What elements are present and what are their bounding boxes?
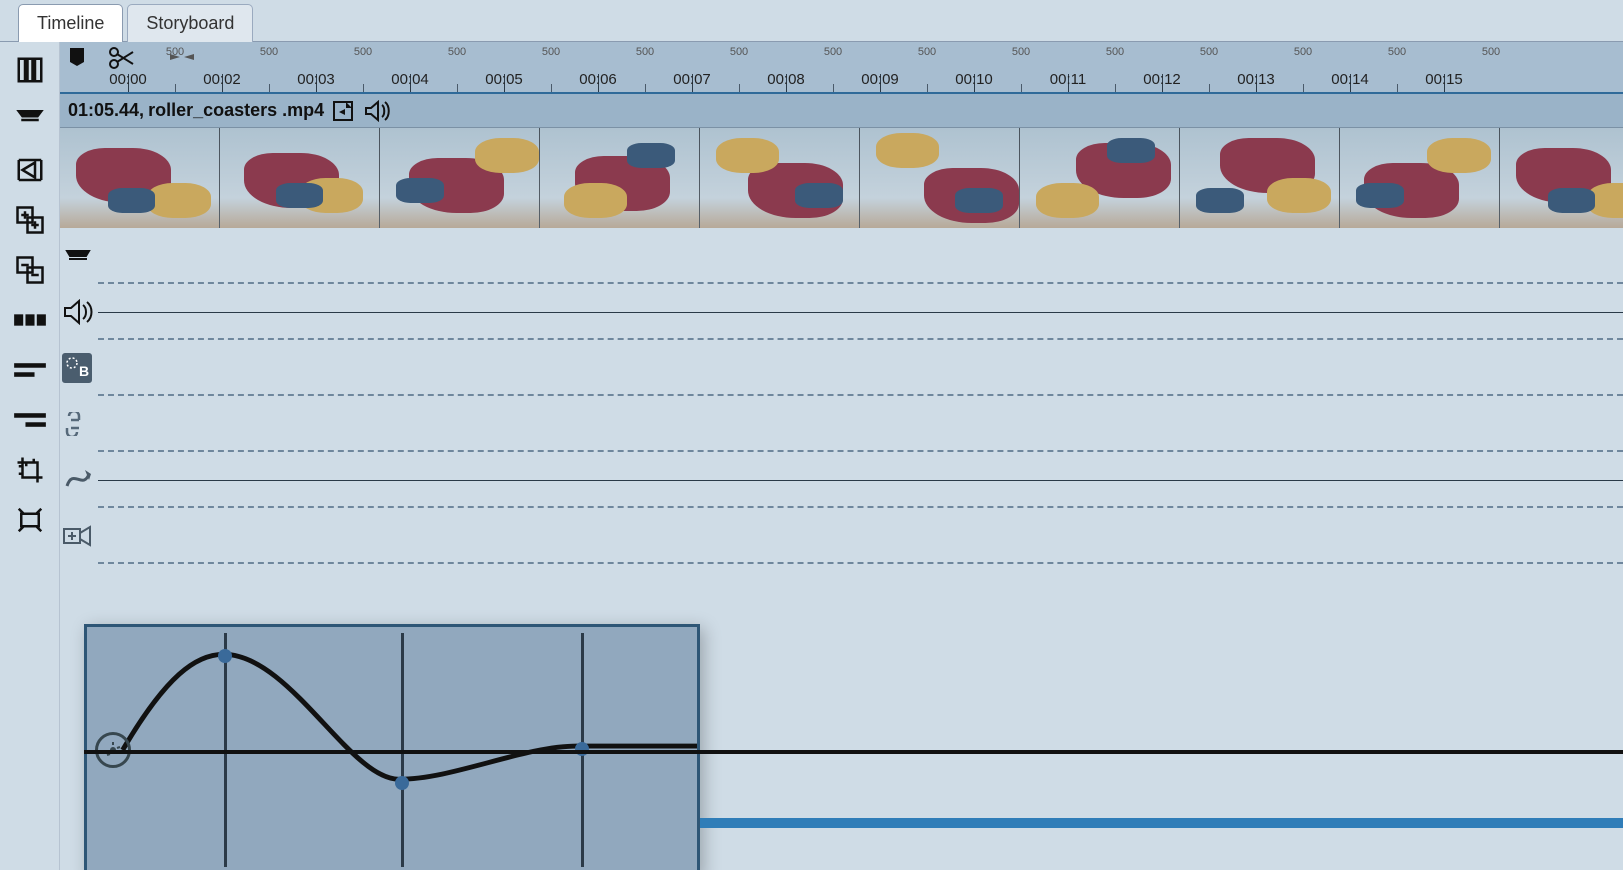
timeline-content: 00:0000:0250000:0350000:0450000:0550000:… (60, 42, 1623, 870)
clip-header: 01:05.44, roller_coasters .mp4 (60, 94, 1623, 128)
video-file-icon (332, 100, 356, 122)
clip-thumbnail[interactable] (1340, 128, 1500, 228)
ruler-sublabel: 500 (1482, 46, 1500, 58)
group-remove-icon[interactable] (8, 248, 52, 292)
link-icon (62, 408, 94, 440)
ruler-label: 00:04 (391, 71, 429, 88)
audio-icon (364, 100, 390, 122)
expand-icon[interactable] (8, 498, 52, 542)
clip-thumbnail[interactable] (860, 128, 1020, 228)
scissors-marker-icon[interactable] (108, 46, 136, 75)
tab-storyboard[interactable]: Storyboard (127, 4, 253, 42)
cut-top-icon[interactable] (8, 98, 52, 142)
group-add-icon[interactable] (8, 198, 52, 242)
clip-name: roller_coasters .mp4 (148, 100, 324, 121)
time-ruler[interactable]: 00:0000:0250000:0350000:0450000:0550000:… (60, 42, 1623, 94)
clip-thumbnail[interactable] (220, 128, 380, 228)
ruler-sublabel: 500 (1200, 46, 1218, 58)
main-area: 00:0000:0250000:0350000:0450000:0550000:… (0, 42, 1623, 870)
keyframe-curve-panel[interactable] (84, 624, 700, 870)
clip-thumbnail[interactable] (1020, 128, 1180, 228)
property-tracks: B (60, 228, 1623, 870)
ruler-label: 00:06 (579, 71, 617, 88)
ruler-sublabel: 500 (1012, 46, 1030, 58)
ruler-sublabel: 500 (730, 46, 748, 58)
text-tool-icon[interactable] (8, 48, 52, 92)
ruler-sublabel: 500 (260, 46, 278, 58)
curve-path (87, 627, 697, 870)
track-audio[interactable] (60, 284, 1623, 340)
ruler-label: 00:12 (1143, 71, 1181, 88)
ruler-label: 00:08 (767, 71, 805, 88)
speaker-icon (62, 296, 94, 328)
clip-thumbnail[interactable] (60, 128, 220, 228)
track-camera[interactable] (60, 508, 1623, 564)
track-effect[interactable]: B (60, 340, 1623, 396)
ruler-label: 00:11 (1050, 71, 1086, 88)
ruler-sublabel: 500 (1106, 46, 1124, 58)
ruler-label: 00:05 (485, 71, 523, 88)
track-motion[interactable] (60, 452, 1623, 508)
ruler-sublabel: 500 (824, 46, 842, 58)
align-left-icon[interactable] (8, 348, 52, 392)
keyframe-point[interactable] (395, 776, 409, 790)
ruler-label: 00:13 (1237, 71, 1275, 88)
ruler-label: 00:07 (673, 71, 711, 88)
clip-thumbnail[interactable] (700, 128, 860, 228)
align-right-icon[interactable] (8, 398, 52, 442)
svg-text:B: B (79, 363, 89, 379)
ruler-label: 00:09 (861, 71, 899, 88)
video-track-icon (62, 240, 94, 272)
ruler-label: 00:14 (1331, 71, 1369, 88)
clip-thumbnail[interactable] (1500, 128, 1623, 228)
keyframe-point[interactable] (218, 649, 232, 663)
ruler-sublabel: 500 (542, 46, 560, 58)
split-marker-icon[interactable] (170, 46, 194, 73)
thumbnails-icon[interactable] (8, 298, 52, 342)
ruler-sublabel: 500 (448, 46, 466, 58)
track-link[interactable] (60, 396, 1623, 452)
global-midline (84, 750, 1623, 754)
ruler-label: 00:15 (1425, 71, 1463, 88)
ruler-sublabel: 500 (918, 46, 936, 58)
play-range-icon[interactable] (8, 148, 52, 192)
ruler-label: 00:03 (297, 71, 335, 88)
crop-icon[interactable] (8, 448, 52, 492)
ruler-sublabel: 500 (1294, 46, 1312, 58)
ruler-label: 00:02 (203, 71, 241, 88)
track-video[interactable] (60, 228, 1623, 284)
effect-b-icon: B (62, 353, 92, 383)
ruler-sublabel: 500 (636, 46, 654, 58)
playhead-flag-icon[interactable] (60, 42, 98, 92)
tabs-row: Timeline Storyboard (0, 0, 1623, 42)
motion-path-icon (62, 464, 94, 496)
ruler-sublabel: 500 (354, 46, 372, 58)
ruler-label: 00:10 (955, 71, 993, 88)
camera-move-icon (62, 520, 94, 552)
clip-bottom-strip (700, 818, 1623, 828)
clip-duration: 01:05.44, (68, 100, 144, 121)
left-toolbar (0, 42, 60, 870)
clip-thumbnail[interactable] (1180, 128, 1340, 228)
clip-thumbnail[interactable] (540, 128, 700, 228)
ruler-sublabel: 500 (1388, 46, 1406, 58)
thumbnail-strip[interactable] (60, 128, 1623, 228)
tab-timeline[interactable]: Timeline (18, 4, 123, 42)
clip-thumbnail[interactable] (380, 128, 540, 228)
